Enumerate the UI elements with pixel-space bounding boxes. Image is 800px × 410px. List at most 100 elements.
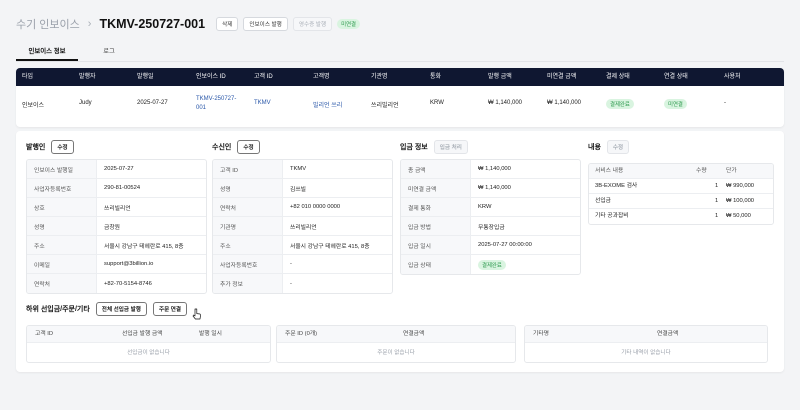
field-value: 290-81-00524 <box>104 185 141 191</box>
field-label: 결제 통화 <box>401 198 471 216</box>
invoice-detail-card: 발행인 수정 인보이스 발행일 2025-07-27 사업자등록번호 290-81-… <box>16 131 784 372</box>
field-label: 사업자등록번호 <box>213 255 283 273</box>
cell-issuer: Judy <box>79 100 92 106</box>
contents-table-header: 서비스 내용 수량 단가 <box>589 164 773 179</box>
recipient-row: 사업자등록번호 - <box>213 255 392 274</box>
process-payment-button[interactable]: 입금 처리 <box>433 140 468 154</box>
col-linked-amount: 연결금액 <box>403 331 425 337</box>
link-order-button[interactable]: 주문 연결 <box>152 302 188 316</box>
invoice-detail-page: 수기 인보이스 › TKMV-250727- 001 삭제 인보이스 발행 영수증… <box>0 0 800 410</box>
breadcrumb-manual-invoice[interactable]: 수기 인보이스 <box>16 16 80 32</box>
recipient-row: 주소 서울시 강남구 테헤란로 415, 8층 <box>213 236 392 255</box>
empty-state: 선입금이 없습니다 <box>127 350 170 356</box>
issuer-row: 성명 금창원 <box>27 217 206 236</box>
edit-recipient-button[interactable]: 수정 <box>237 140 260 154</box>
issuer-row: 연락처 +82-70-5154-8746 <box>27 274 206 293</box>
cell-price: ₩ 990,000 <box>726 183 755 189</box>
field-value: KRW <box>478 204 492 210</box>
payment-row: 결제 통화 KRW <box>401 198 580 217</box>
payment-row: 총 금액 ₩ 1,140,000 <box>401 160 580 179</box>
cell-unlinked-amount: ₩ 1,140,000 <box>547 100 582 106</box>
field-label: 입금 상태 <box>401 255 471 274</box>
col-qty: 수량 <box>696 168 707 174</box>
col-link-status: 연결 상태 <box>664 74 688 80</box>
col-type: 타입 <box>22 74 34 80</box>
cell-issued-amount: ₩ 1,140,000 <box>488 100 523 106</box>
table-row: 3B-EXOME 검사 1 ₩ 990,000 <box>589 179 773 194</box>
col-org-name: 기관명 <box>371 74 388 80</box>
field-value: - <box>290 280 292 287</box>
col-issue-date: 발행일 <box>137 74 154 80</box>
cell-qty: 1 <box>715 213 719 219</box>
issue-invoice-button[interactable]: 인보이스 발행 <box>243 17 288 31</box>
chevron-right-icon: › <box>87 18 92 30</box>
issuer-row: 주소 서울시 강남구 테헤란로 415, 8층 <box>27 236 206 255</box>
field-value: 김쓰빌 <box>290 186 306 193</box>
field-value: ₩ 1,140,000 <box>478 185 511 191</box>
issuer-row: 사업자등록번호 290-81-00524 <box>27 179 206 198</box>
field-value: - <box>290 261 292 267</box>
col-invoice-id: 인보이스 ID <box>196 74 226 80</box>
cell-price: ₩ 50,000 <box>726 213 751 219</box>
field-label: 상호 <box>27 198 97 216</box>
field-value: 서울시 강남구 테헤란로 415, 8층 <box>104 243 184 250</box>
contents-section-title: 내용 수정 <box>588 140 630 154</box>
issuer-row: 인보이스 발행일 2025-07-27 <box>27 160 206 179</box>
issue-all-prepayment-button[interactable]: 전체 선입금 발행 <box>95 302 147 316</box>
customer-id-link[interactable]: TKMV <box>283 166 306 172</box>
recipient-row: 기관명 쓰리빌리언 <box>213 217 392 236</box>
field-value: +82 010 0000 0000 <box>290 204 341 210</box>
col-linked-amount: 연결금액 <box>657 331 679 337</box>
tab-log[interactable]: 로그 <box>78 44 140 61</box>
table-row: 기타 공과잡비 1 ₩ 50,000 <box>589 209 773 224</box>
recipient-section-title: 수신인 수정 <box>212 140 260 154</box>
field-label: 인보이스 발행일 <box>27 160 97 178</box>
empty-state: 기타 내역이 없습니다 <box>621 350 671 356</box>
field-label: 연락처 <box>27 274 97 293</box>
cell-usage: - <box>724 100 726 106</box>
issuer-row: 이메일 support@3billion.io <box>27 255 206 274</box>
field-value: 쓰리빌리언 <box>290 224 317 231</box>
recipient-row: 고객 ID TKMV <box>213 160 392 179</box>
cell-org-name: 쓰리빌리언 <box>371 103 399 109</box>
cell-invoice-id-link-cont[interactable]: 001 <box>196 105 206 111</box>
other-table: 기타명 연결금액 기타 내역이 없습니다 <box>524 325 768 363</box>
recipient-row: 성명 김쓰빌 <box>213 179 392 198</box>
tab-invoice-info[interactable]: 인보이스 정보 <box>16 44 78 61</box>
field-value: 서울시 강남구 테헤란로 415, 8층 <box>290 243 370 250</box>
sub-section-title: 하위 선입금/주문/기타 전체 선입금 발행 주문 연결 <box>26 302 188 316</box>
field-label: 성명 <box>27 217 97 235</box>
sub-section-heading: 하위 선입금/주문/기타 <box>26 306 90 313</box>
cell-invoice-id-link[interactable]: TKMV-250727- <box>196 96 236 102</box>
field-value: 금창원 <box>104 224 120 231</box>
page-header: 수기 인보이스 › TKMV-250727-001 삭제 인보이스 발행 영수증… <box>16 16 360 32</box>
field-value: ₩ 1,140,000 <box>478 166 511 172</box>
col-other-name: 기타명 <box>533 331 549 337</box>
field-value: support@3billion.io <box>104 261 154 267</box>
col-issuer: 발행자 <box>79 74 96 80</box>
delete-button[interactable]: 삭제 <box>216 17 239 31</box>
cell-currency: KRW <box>430 100 444 106</box>
recipient-row: 추가 정보 - <box>213 274 392 293</box>
contents-table: 서비스 내용 수량 단가 3B-EXOME 검사 1 ₩ 990,000 선입금… <box>588 163 774 225</box>
recipient-row: 연락처 +82 010 0000 0000 <box>213 198 392 217</box>
cell-customer-id-link[interactable]: TKMV <box>254 100 271 106</box>
empty-state: 주문이 없습니다 <box>377 350 415 356</box>
col-customer-id: 고객 ID <box>35 331 54 337</box>
edit-contents-button[interactable]: 수정 <box>606 140 630 154</box>
tab-bar: 인보이스 정보 로그 <box>16 44 784 62</box>
other-table-header: 기타명 연결금액 <box>525 326 767 343</box>
payment-row: 미연결 금액 ₩ 1,140,000 <box>401 179 580 198</box>
contents-title: 내용 <box>588 144 601 151</box>
edit-issuer-button[interactable]: 수정 <box>51 140 74 154</box>
cell-issue-date: 2025-07-27 <box>137 100 168 106</box>
col-order-id: 주문 ID (0개) <box>285 331 318 337</box>
col-customer-id: 고객 ID <box>254 74 273 80</box>
cell-qty: 1 <box>715 183 719 189</box>
cell-customer-name-link[interactable]: 빌리언 쓰리 <box>313 100 342 109</box>
cell-qty: 1 <box>715 198 719 204</box>
field-value: 무통장입금 <box>478 224 505 231</box>
payment-row: 입금 일시 2025-07-27 00:00:00 <box>401 236 580 255</box>
issue-receipt-button[interactable]: 영수증 발행 <box>292 17 333 31</box>
cell-service: 기타 공과잡비 <box>595 213 629 219</box>
